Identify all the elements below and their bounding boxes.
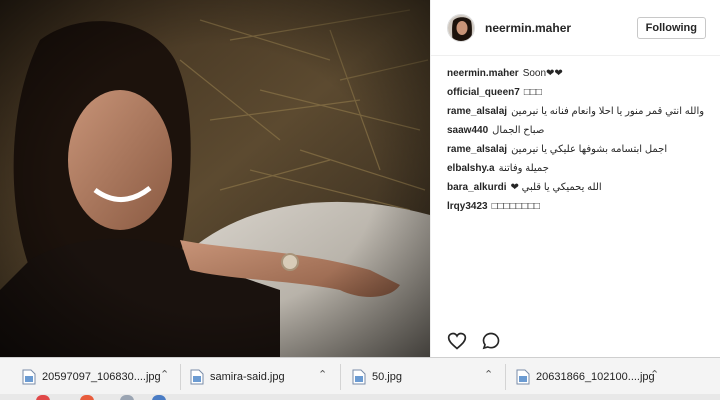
comment: rame_alsalaj اجمل ابتسامه بشوفها عليكي يا… [447,142,706,157]
taskbar-app-icon[interactable] [152,395,166,400]
chevron-up-icon[interactable]: ⌃ [318,368,327,381]
download-filename: 20597097_106830....jpg [42,371,161,383]
taskbar-app-icon[interactable] [80,395,94,400]
page: neermin.maher Following neermin.maher Soo… [0,0,720,400]
download-filename: samira-said.jpg [210,371,285,383]
download-filename: 50.jpg [372,371,402,383]
comment: lrqy3423 □□□□□□□□ [447,199,706,214]
image-file-icon [22,369,36,385]
comment: saaw440 صباح الجمال [447,123,706,138]
divider [505,364,506,390]
comment: official_queen7 □□□ [447,85,706,100]
chevron-up-icon[interactable]: ⌃ [484,368,493,381]
avatar[interactable] [447,13,475,42]
comment-text: الله يحميكي يا قلبي ❤ [510,182,602,193]
download-item[interactable]: samira-said.jpg [190,366,285,388]
comment-text: صباح الجمال [492,125,545,136]
download-item[interactable]: 20597097_106830....jpg [22,366,161,388]
comment-text: جميلة وفاتنة [498,163,549,174]
downloads-bar: 20597097_106830....jpg ⌃ samira-said.jpg… [0,357,720,400]
comment-username[interactable]: lrqy3423 [447,201,488,212]
taskbar [0,394,720,400]
post-sidebar: neermin.maher Following neermin.maher Soo… [430,0,720,357]
download-filename: 20631866_102100....jpg [536,371,655,383]
comment-text: □□□ [523,87,542,98]
image-file-icon [190,369,204,385]
post-header: neermin.maher Following [431,0,720,56]
chevron-up-icon[interactable]: ⌃ [160,368,169,381]
comment-text: Soon❤❤ [522,68,563,79]
comment-username[interactable]: neermin.maher [447,68,519,79]
username[interactable]: neermin.maher [485,21,637,35]
comment-username[interactable]: rame_alsalaj [447,106,507,117]
post-photo[interactable] [0,0,430,357]
comment-text: □□□□□□□□ [491,201,540,212]
comment-list: neermin.maher Soon❤❤ official_queen7 □□□ ram… [431,56,720,214]
image-file-icon [516,369,530,385]
divider [180,364,181,390]
comment: elbalshy.a جميلة وفاتنة [447,161,706,176]
comment-text: اجمل ابتسامه بشوفها عليكي يا نيرمين [511,144,668,155]
comment-username[interactable]: saaw440 [447,125,488,136]
download-item[interactable]: 20631866_102100....jpg [516,366,655,388]
taskbar-app-icon[interactable] [36,395,50,400]
following-button[interactable]: Following [636,16,706,39]
comment-text: والله انتي قمر منور يا احلا وانعام فنانه… [511,106,705,117]
comment-username[interactable]: official_queen7 [447,87,520,98]
comment: rame_alsalaj والله انتي قمر منور يا احلا … [447,104,706,119]
comment-username[interactable]: elbalshy.a [447,163,495,174]
heart-icon[interactable] [447,331,467,351]
comment: neermin.maher Soon❤❤ [447,66,706,81]
comment: bara_alkurdi الله يحميكي يا قلبي ❤ [447,180,706,195]
post-actions [447,331,501,351]
download-item[interactable]: 50.jpg [352,366,402,388]
divider [340,364,341,390]
comment-username[interactable]: bara_alkurdi [447,182,506,193]
comment-username[interactable]: rame_alsalaj [447,144,507,155]
taskbar-app-icon[interactable] [120,395,134,400]
chevron-up-icon[interactable]: ⌃ [650,368,659,381]
image-file-icon [352,369,366,385]
comment-icon[interactable] [481,331,501,351]
